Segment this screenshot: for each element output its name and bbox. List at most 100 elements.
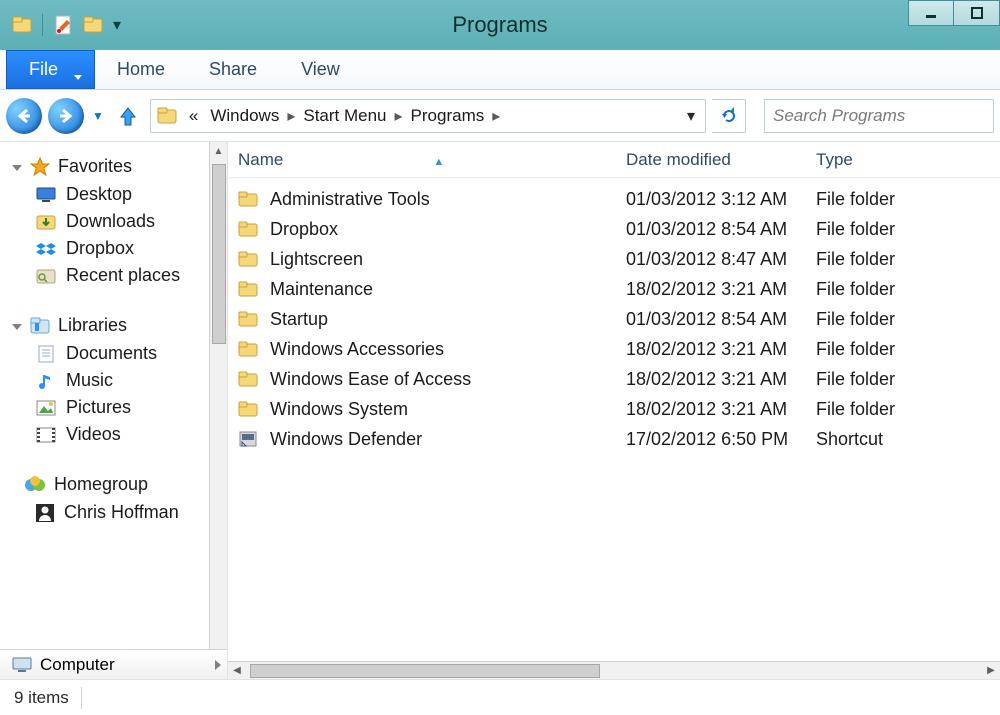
scroll-thumb[interactable] [212, 164, 226, 344]
history-dropdown-icon[interactable]: ▼ [90, 109, 106, 123]
file-type: File folder [816, 219, 1000, 240]
file-date: 18/02/2012 3:21 AM [626, 399, 816, 420]
breadcrumb-2[interactable]: Programs [405, 100, 491, 132]
sidebar-item-music[interactable]: Music [8, 367, 209, 394]
column-type[interactable]: Type [816, 150, 1000, 170]
column-date[interactable]: Date modified [626, 150, 816, 170]
sidebar-homegroup-header[interactable]: Homegroup [8, 470, 209, 499]
scroll-left-icon[interactable]: ◀ [228, 665, 246, 676]
scroll-thumb[interactable] [250, 664, 600, 678]
music-icon [36, 372, 56, 390]
file-row[interactable]: Windows Accessories18/02/2012 3:21 AMFil… [228, 334, 1000, 364]
scroll-up-icon[interactable]: ▲ [214, 142, 224, 160]
sidebar-item-label: Downloads [66, 211, 155, 232]
sidebar-homegroup-label: Homegroup [54, 474, 148, 495]
ribbon: File Home Share View [0, 50, 1000, 90]
forward-button[interactable] [48, 98, 84, 134]
folder-icon [238, 220, 258, 238]
file-type: File folder [816, 309, 1000, 330]
folder-icon [238, 400, 258, 418]
file-row[interactable]: Windows Ease of Access18/02/2012 3:21 AM… [228, 364, 1000, 394]
sidebar-item-pictures[interactable]: Pictures [8, 394, 209, 421]
file-date: 17/02/2012 6:50 PM [626, 429, 816, 450]
file-type: Shortcut [816, 429, 1000, 450]
chevron-right-icon[interactable]: ▸ [490, 106, 502, 126]
file-pane: Name▲ Date modified Type Administrative … [228, 142, 1000, 679]
star-icon [30, 157, 50, 177]
file-row[interactable]: Maintenance18/02/2012 3:21 AMFile folder [228, 274, 1000, 304]
breadcrumb-overflow[interactable]: « [183, 100, 204, 132]
sidebar-item-label: Pictures [66, 397, 131, 418]
scroll-right-icon[interactable]: ▶ [982, 665, 1000, 676]
qat-dropdown-icon[interactable]: ▾ [113, 15, 121, 35]
user-icon [36, 504, 54, 522]
file-type: File folder [816, 279, 1000, 300]
address-dropdown-icon[interactable]: ▾ [677, 106, 705, 126]
sidebar-item-downloads[interactable]: Downloads [8, 208, 209, 235]
sidebar-item-label: Music [66, 370, 113, 391]
address-bar[interactable]: « Windows ▸ Start Menu ▸ Programs ▸ ▾ [150, 99, 706, 133]
up-button[interactable] [112, 105, 144, 127]
file-date: 01/03/2012 8:54 AM [626, 219, 816, 240]
file-date: 01/03/2012 8:54 AM [626, 309, 816, 330]
sidebar-favorites-header[interactable]: Favorites [8, 152, 209, 181]
search-placeholder: Search Programs [773, 106, 905, 126]
doc-icon [36, 345, 56, 363]
folder-icon [238, 310, 258, 328]
minimize-button[interactable] [908, 0, 954, 26]
tab-home[interactable]: Home [95, 50, 187, 89]
chevron-right-icon[interactable]: ▸ [285, 106, 297, 126]
file-row[interactable]: Startup01/03/2012 8:54 AMFile folder [228, 304, 1000, 334]
sidebar: Favorites Desktop Downloads Dropbox Recent … [0, 142, 228, 679]
sidebar-libraries-header[interactable]: Libraries [8, 311, 209, 340]
file-date: 18/02/2012 3:21 AM [626, 369, 816, 390]
file-row[interactable]: Windows System18/02/2012 3:21 AMFile fol… [228, 394, 1000, 424]
collapse-icon [12, 324, 22, 330]
sysmenu-folder-icon[interactable] [12, 16, 32, 34]
file-tab[interactable]: File [6, 50, 95, 89]
file-row[interactable]: Administrative Tools01/03/2012 3:12 AMFi… [228, 184, 1000, 214]
file-name: Windows Defender [270, 429, 422, 450]
qat-newfolder-icon[interactable] [83, 16, 103, 34]
sidebar-scrollbar[interactable]: ▲ ▼ [209, 142, 227, 679]
tab-view[interactable]: View [279, 50, 362, 89]
search-input[interactable]: Search Programs [764, 99, 994, 133]
sidebar-homegroup-user[interactable]: Chris Hoffman [8, 499, 209, 526]
file-type: File folder [816, 339, 1000, 360]
qat-divider [42, 14, 43, 36]
sidebar-computer[interactable]: Computer [0, 649, 227, 679]
breadcrumb-0[interactable]: Windows [204, 100, 285, 132]
qat-properties-icon[interactable] [53, 14, 73, 36]
chevron-right-icon[interactable]: ▸ [393, 106, 405, 126]
computer-icon [12, 656, 32, 674]
content-hscrollbar[interactable]: ◀ ▶ [228, 661, 1000, 679]
libraries-icon [30, 317, 50, 335]
sidebar-item-label: Videos [66, 424, 121, 445]
file-type: File folder [816, 189, 1000, 210]
collapse-icon [12, 165, 22, 171]
back-button[interactable] [6, 98, 42, 134]
sidebar-item-documents[interactable]: Documents [8, 340, 209, 367]
file-row[interactable]: Windows Defender 17/02/2012 6:50 PMShortc… [228, 424, 1000, 454]
file-row[interactable]: Dropbox01/03/2012 8:54 AMFile folder [228, 214, 1000, 244]
file-date: 18/02/2012 3:21 AM [626, 279, 816, 300]
column-name[interactable]: Name▲ [238, 150, 626, 170]
sidebar-computer-label: Computer [40, 655, 115, 675]
expand-icon [215, 660, 221, 670]
breadcrumb-1[interactable]: Start Menu [297, 100, 392, 132]
sidebar-item-label: Documents [66, 343, 157, 364]
file-row[interactable]: Lightscreen01/03/2012 8:47 AMFile folder [228, 244, 1000, 274]
refresh-button[interactable] [712, 99, 746, 133]
file-date: 18/02/2012 3:21 AM [626, 339, 816, 360]
sidebar-item-videos[interactable]: Videos [8, 421, 209, 448]
sidebar-item-desktop[interactable]: Desktop [8, 181, 209, 208]
maximize-button[interactable] [954, 0, 1000, 26]
tab-share[interactable]: Share [187, 50, 279, 89]
sidebar-item-recent-places[interactable]: Recent places [8, 262, 209, 289]
folder-icon [238, 370, 258, 388]
sidebar-item-dropbox[interactable]: Dropbox [8, 235, 209, 262]
folder-icon [238, 250, 258, 268]
nav-row: ▼ « Windows ▸ Start Menu ▸ Programs ▸ ▾ … [0, 90, 1000, 142]
address-folder-icon [157, 107, 177, 125]
sidebar-item-label: Dropbox [66, 238, 134, 259]
